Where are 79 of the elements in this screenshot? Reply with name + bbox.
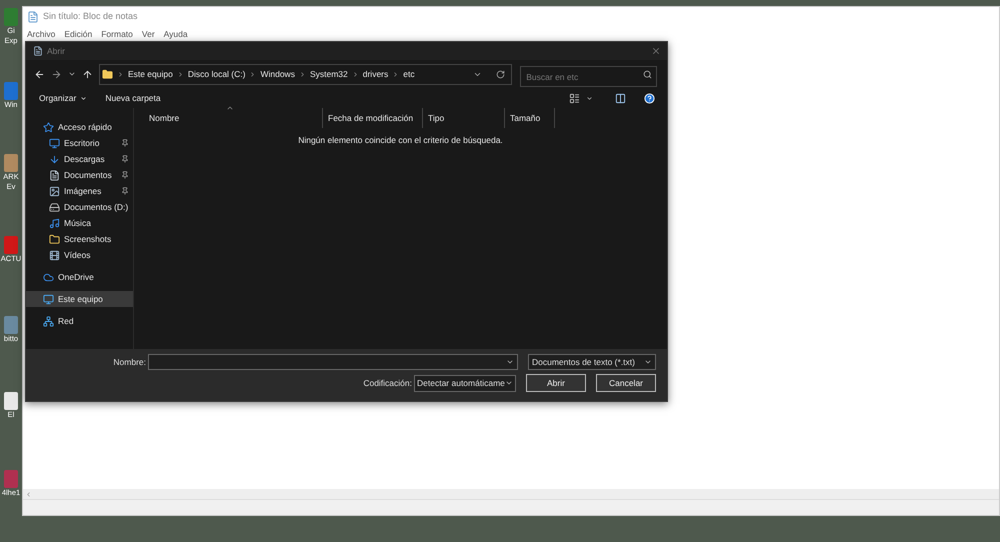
sidebar-item[interactable]: Música <box>26 215 133 231</box>
column-header[interactable]: Fecha de modificación <box>323 108 423 128</box>
chevron-icon <box>116 70 124 78</box>
organize-button[interactable]: Organizar <box>39 92 88 104</box>
folder-icon <box>102 68 113 80</box>
caret-icon <box>80 94 88 102</box>
folder-icon <box>49 234 60 244</box>
chevron-icon <box>352 70 359 78</box>
star-icon <box>43 122 54 132</box>
preview-pane-icon[interactable] <box>615 92 626 104</box>
sidebar-item[interactable]: Acceso rápido <box>26 119 133 135</box>
dialog-icon <box>33 46 43 56</box>
notepad-icon <box>27 11 39 23</box>
drive-icon <box>49 202 60 212</box>
dropdown-icon <box>505 379 513 387</box>
document-icon <box>49 170 60 180</box>
caret-icon[interactable] <box>586 94 593 102</box>
monitor-icon <box>49 138 60 148</box>
download-icon <box>49 154 60 164</box>
sidebar-item[interactable]: Screenshots <box>26 231 133 247</box>
breadcrumb-item[interactable]: etc <box>403 68 415 80</box>
address-bar[interactable]: Este equipo Disco local (C:) Windows System32 drivers etc <box>98 64 512 84</box>
file-type-dropdown[interactable]: Documentos de texto (*.txt) <box>528 354 656 370</box>
menu-item[interactable]: Ver <box>142 28 155 40</box>
column-header[interactable]: Tamaño <box>505 108 555 128</box>
sidebar-item[interactable]: Vídeos <box>26 247 133 263</box>
view-options-icon[interactable] <box>569 92 580 104</box>
breadcrumb-item[interactable]: Disco local (C:) <box>188 68 246 80</box>
menu-item[interactable]: Archivo <box>27 28 56 40</box>
network-icon <box>43 316 54 326</box>
recent-locations-icon[interactable] <box>68 70 76 78</box>
sidebar-item[interactable]: Este equipo <box>26 291 133 307</box>
menu-item[interactable]: Formato <box>101 28 133 40</box>
chevron-icon <box>176 70 184 78</box>
new-folder-button[interactable]: Nueva carpeta <box>105 92 161 104</box>
chevron-icon <box>298 70 306 78</box>
dialog-title: Abrir <box>47 44 66 58</box>
chevron-icon <box>249 70 256 78</box>
sidebar-item[interactable]: Documentos <box>26 167 133 183</box>
breadcrumb-item[interactable]: Windows <box>260 68 295 80</box>
refresh-icon[interactable] <box>496 70 506 78</box>
film-icon <box>49 250 60 260</box>
menu-item[interactable]: Edición <box>64 28 92 40</box>
column-header[interactable]: Tipo <box>423 108 505 128</box>
sidebar-item[interactable]: Descargas <box>26 151 133 167</box>
help-icon[interactable] <box>644 92 655 104</box>
encoding-dropdown[interactable]: Detectar automáticame <box>414 374 516 392</box>
cancel-button[interactable]: Cancelar <box>596 374 656 392</box>
window-title: Sin título: Bloc de notas <box>43 10 138 24</box>
close-icon[interactable] <box>651 46 661 56</box>
music-note-icon <box>49 218 60 228</box>
forward-icon[interactable] <box>50 68 62 80</box>
dropdown-icon <box>506 358 514 366</box>
search-field[interactable]: Buscar en etc <box>520 66 658 87</box>
file-name-field[interactable] <box>148 354 518 370</box>
cloud-icon <box>43 272 54 282</box>
sidebar-item[interactable]: Escritorio <box>26 135 133 151</box>
column-header[interactable]: Nombre <box>147 108 323 128</box>
image-icon <box>49 186 60 196</box>
sidebar-item[interactable]: Documentos (D:) <box>26 199 133 215</box>
computer-icon <box>43 294 54 304</box>
empty-message: Ningún elemento coincide con el criterio de búsqueda. <box>298 134 503 147</box>
encoding-label: Codificación: <box>363 376 412 390</box>
sidebar-item[interactable]: OneDrive <box>26 269 133 285</box>
up-icon[interactable] <box>82 68 93 80</box>
open-button[interactable]: Abrir <box>526 374 586 392</box>
scroll-left-icon[interactable] <box>25 490 32 498</box>
search-icon <box>643 70 652 78</box>
menu-item[interactable]: Ayuda <box>164 28 188 40</box>
horizontal-scrollbar[interactable] <box>23 489 999 499</box>
file-name-label: Nombre: <box>113 356 146 368</box>
breadcrumb-item[interactable]: Este equipo <box>128 68 173 80</box>
sidebar-item[interactable]: Red <box>26 313 133 329</box>
breadcrumb-item[interactable]: drivers <box>362 68 388 80</box>
dropdown-icon <box>644 358 652 366</box>
breadcrumb-item[interactable]: System32 <box>310 68 348 80</box>
sidebar-item[interactable]: Imágenes <box>26 183 133 199</box>
chevron-icon <box>392 70 400 78</box>
back-icon[interactable] <box>34 68 45 80</box>
